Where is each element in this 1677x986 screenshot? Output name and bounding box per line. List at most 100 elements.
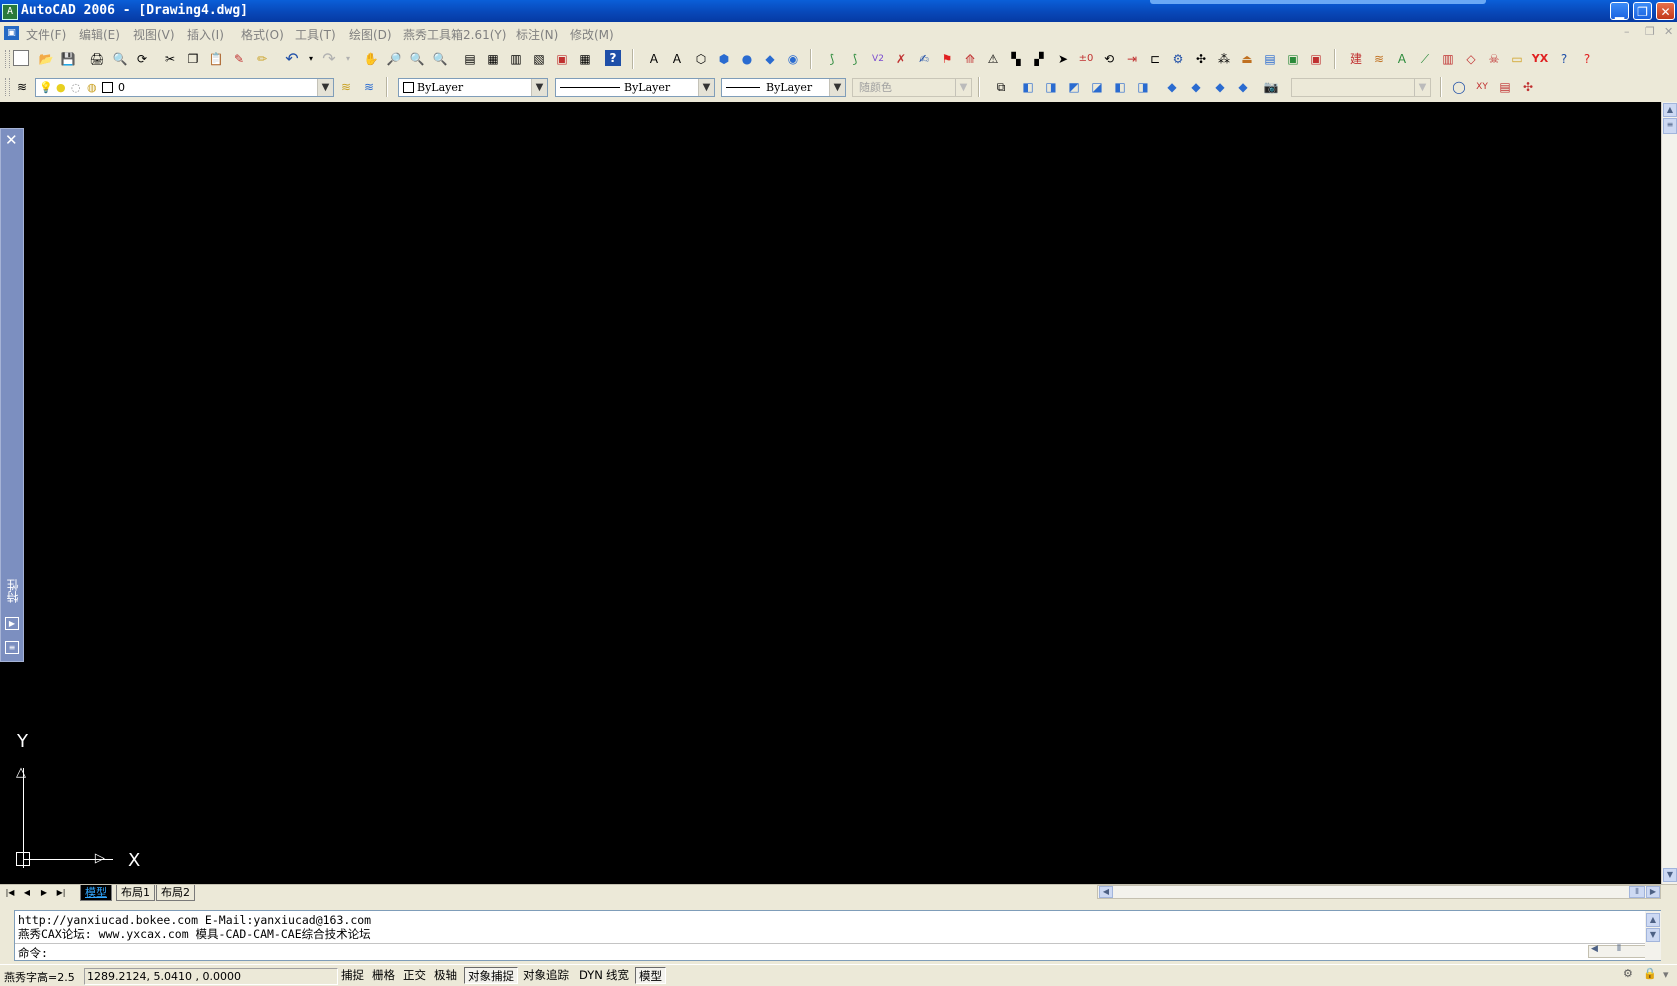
toolbar-grip[interactable] xyxy=(5,78,10,96)
autocad-app-icon[interactable]: A xyxy=(2,4,18,20)
yx-tool-v2-icon[interactable]: V2 xyxy=(869,50,887,68)
color-dropdown[interactable]: ByLayer ▼ xyxy=(398,78,548,97)
comm-center-icon[interactable]: ⚙ xyxy=(1623,967,1633,980)
palette-list-icon[interactable]: ≡ xyxy=(5,641,19,654)
palette-properties-icon[interactable]: ▶ xyxy=(5,617,19,630)
undo-icon[interactable]: ↶ xyxy=(283,50,301,68)
build-icon[interactable]: 建 xyxy=(1347,50,1365,68)
plot-preview-icon[interactable]: 🔍 xyxy=(111,50,129,68)
folder-icon[interactable]: ▭ xyxy=(1508,50,1526,68)
lightbulb-icon[interactable]: 💡 xyxy=(39,79,53,96)
lineweight-toggle[interactable]: 线宽 xyxy=(603,967,632,984)
polar-toggle[interactable]: 极轴 xyxy=(431,967,460,984)
scatter-icon[interactable]: ⁂ xyxy=(1215,50,1233,68)
yx-tool-1-icon[interactable]: ⟆ xyxy=(823,50,841,68)
hscroll-thumb[interactable]: ⦀ xyxy=(1629,886,1645,898)
first-tab-icon[interactable]: |◀ xyxy=(3,886,17,899)
chevron-down-icon[interactable]: ▼ xyxy=(317,79,333,96)
ne-iso-icon[interactable]: ◆ xyxy=(1211,78,1229,96)
next-tab-icon[interactable]: ▶ xyxy=(37,886,51,899)
sun-icon[interactable]: ● xyxy=(56,79,66,96)
scroll-up-icon[interactable]: ▲ xyxy=(1663,103,1677,117)
bottom-view-icon[interactable]: ◨ xyxy=(1042,78,1060,96)
scroll-down-icon[interactable]: ▼ xyxy=(1646,928,1660,942)
osnap-toggle[interactable]: 对象捕捉 xyxy=(464,967,518,984)
front-view-icon[interactable]: ◧ xyxy=(1111,78,1129,96)
menu-file[interactable]: 文件(F) xyxy=(26,26,66,43)
prev-tab-icon[interactable]: ◀ xyxy=(20,886,34,899)
freeze-icon[interactable]: ◍ xyxy=(87,79,97,96)
coordinates-readout[interactable]: 1289.2124, 5.0410 , 0.0000 xyxy=(84,968,338,985)
solid-icon[interactable]: ⬢ xyxy=(715,50,733,68)
doc-close-icon[interactable]: ✕ xyxy=(1664,25,1673,38)
tab-model[interactable]: 模型 xyxy=(80,885,112,901)
scroll-down-icon[interactable]: ▼ xyxy=(1663,868,1677,882)
markup-icon[interactable]: ▣ xyxy=(553,50,571,68)
nw-iso-icon[interactable]: ◆ xyxy=(1234,78,1252,96)
lineweight-dropdown[interactable]: ByLayer ▼ xyxy=(721,78,846,97)
cut-icon[interactable]: ✂ xyxy=(161,50,179,68)
array-icon[interactable]: ▚ xyxy=(1007,50,1025,68)
zoom-window-icon[interactable]: 🔍 xyxy=(408,50,426,68)
menu-edit[interactable]: 编辑(E) xyxy=(79,26,120,43)
redo-dropdown-icon[interactable]: ▾ xyxy=(339,50,357,68)
toolbar-grip[interactable] xyxy=(5,50,10,68)
tab-layout1[interactable]: 布局1 xyxy=(116,885,155,901)
menu-format[interactable]: 格式(O) xyxy=(241,26,284,43)
drawing-canvas[interactable]: △ △ Y X xyxy=(0,102,1661,884)
dim-style-icon[interactable]: Ａ xyxy=(668,50,686,68)
se-iso-icon[interactable]: ◆ xyxy=(1187,78,1205,96)
menu-modify[interactable]: 修改(M) xyxy=(570,26,614,43)
right-view-icon[interactable]: ◪ xyxy=(1088,78,1106,96)
xy-tool-icon[interactable]: XY xyxy=(1473,78,1491,96)
hscroll-thumb[interactable]: ⦀ xyxy=(1617,944,1621,954)
menu-tools[interactable]: 工具(T) xyxy=(295,26,336,43)
sphere-icon[interactable]: ● xyxy=(738,50,756,68)
yx-tool-4-icon[interactable]: ✗ xyxy=(892,50,910,68)
chevron-down-icon[interactable]: ▼ xyxy=(829,79,845,96)
calculator-icon[interactable]: ▦ xyxy=(576,50,594,68)
grid-toggle[interactable]: 栅格 xyxy=(369,967,398,984)
yx-tool-2-icon[interactable]: ⟆ xyxy=(846,50,864,68)
open-icon[interactable]: 📂 xyxy=(37,50,55,68)
pan-icon[interactable]: ✋ xyxy=(362,50,380,68)
minimize-button[interactable]: ▁ xyxy=(1610,2,1629,20)
cube-icon[interactable]: ◆ xyxy=(761,50,779,68)
sw-iso-icon[interactable]: ◆ xyxy=(1163,78,1181,96)
menu-arrow-icon[interactable]: ▾ xyxy=(1663,968,1669,981)
lock-icon[interactable]: 🔒 xyxy=(1643,967,1657,980)
otrack-toggle[interactable]: 对象追踪 xyxy=(520,967,572,984)
circle-tool-icon[interactable]: ◯ xyxy=(1450,78,1468,96)
block-editor-icon[interactable]: ✏ xyxy=(253,50,271,68)
flag-icon[interactable]: ⚑ xyxy=(938,50,956,68)
yx-logo-icon[interactable]: YX xyxy=(1531,50,1549,68)
vertical-scrollbar[interactable]: ▲ ≡ ▼ xyxy=(1661,102,1677,884)
render-icon[interactable]: ◉ xyxy=(784,50,802,68)
make-current-layer-icon[interactable]: ≋ xyxy=(337,78,355,96)
command-window[interactable]: http://yanxiucad.bokee.com E-Mail:yanxiu… xyxy=(14,910,1661,961)
rotate-icon[interactable]: ⟲ xyxy=(1100,50,1118,68)
properties-palette[interactable]: ✕ 特性 ▶ ≡ xyxy=(0,128,24,662)
camera-icon[interactable]: 📷 xyxy=(1262,78,1280,96)
dyn-toggle[interactable]: DYN xyxy=(576,967,606,984)
mirror-icon[interactable]: ⚠ xyxy=(984,50,1002,68)
top-view-icon[interactable]: ◧ xyxy=(1019,78,1037,96)
layer-previous-icon[interactable]: ≋ xyxy=(360,78,378,96)
text-tool-icon[interactable]: Ａ xyxy=(1393,50,1411,68)
tool-palettes-icon[interactable]: ▥ xyxy=(507,50,525,68)
close-icon[interactable]: ✕ xyxy=(5,131,18,149)
design-center-icon[interactable]: ▦ xyxy=(484,50,502,68)
redo-icon[interactable]: ↷ xyxy=(320,50,338,68)
gear-tool-icon[interactable]: ⚙ xyxy=(1169,50,1187,68)
scroll-left-icon[interactable]: ◀ xyxy=(1591,944,1598,954)
snap-toggle[interactable]: 捕捉 xyxy=(338,967,367,984)
dimension-icon[interactable]: ⇥ xyxy=(1123,50,1141,68)
arrow-tool-icon[interactable]: ➤ xyxy=(1054,50,1072,68)
save-red-icon[interactable]: ▣ xyxy=(1307,50,1325,68)
help-circle-icon[interactable]: ? xyxy=(1555,50,1573,68)
properties-icon[interactable]: ▤ xyxy=(461,50,479,68)
tab-layout2[interactable]: 布局2 xyxy=(156,885,195,901)
undo-dropdown-icon[interactable]: ▾ xyxy=(302,50,320,68)
paste-icon[interactable]: 📋 xyxy=(207,50,225,68)
chart-tool-icon[interactable]: ⟋ xyxy=(1416,50,1434,68)
